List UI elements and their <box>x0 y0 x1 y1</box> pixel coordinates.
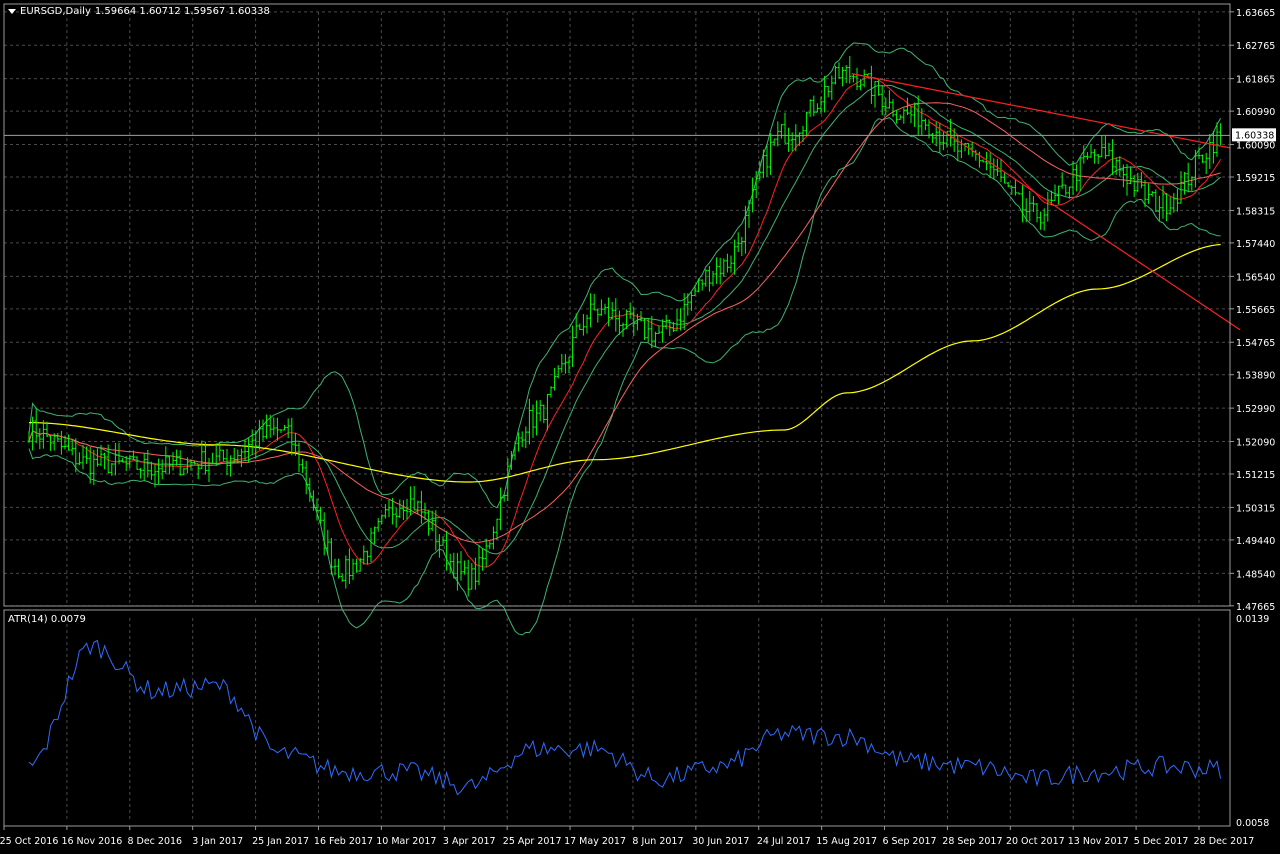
time-tick-label: 10 Mar 2017 <box>376 836 436 847</box>
trading-chart-window: 1.63665 1.62765 1.61865 1.60990 1.60090 1.592… <box>0 0 1280 854</box>
price-tick-label: 1.61865 <box>1236 75 1275 86</box>
time-tick-label: 6 Sep 2017 <box>882 836 936 847</box>
time-tick-label: 25 Apr 2017 <box>503 836 562 847</box>
time-tick-label: 28 Sep 2017 <box>942 836 1002 847</box>
symbol-label: EURSGD,Daily <box>20 6 91 17</box>
price-tick-label: 1.50315 <box>1236 503 1275 514</box>
price-tick-label: 1.53890 <box>1236 371 1275 382</box>
price-tick-label: 1.51215 <box>1236 470 1275 481</box>
price-tick-label: 1.59215 <box>1236 173 1275 184</box>
price-tick-label: 1.52090 <box>1236 438 1275 449</box>
time-tick-label: 28 Dec 2017 <box>1194 836 1255 847</box>
price-tick-label: 1.48540 <box>1236 569 1275 580</box>
time-tick-label: 16 Nov 2016 <box>61 836 122 847</box>
time-tick-label: 5 Dec 2017 <box>1134 836 1189 847</box>
atr-tick-label: 0.0139 <box>1236 614 1269 625</box>
time-tick-label: 3 Apr 2017 <box>443 836 496 847</box>
time-tick-label: 13 Nov 2017 <box>1068 836 1129 847</box>
price-tick-label: 1.62765 <box>1236 41 1275 52</box>
current-price-label: 1.60338 <box>1235 130 1274 141</box>
ohlc-values: 1.59664 1.60712 1.59567 1.60338 <box>94 6 270 17</box>
time-tick-label: 16 Feb 2017 <box>314 836 373 847</box>
time-tick-label: 24 Jul 2017 <box>757 836 811 847</box>
price-tick-label: 1.56540 <box>1236 272 1275 283</box>
time-tick-label: 17 May 2017 <box>564 836 626 847</box>
price-tick-label: 1.54765 <box>1236 338 1275 349</box>
price-tick-label: 1.57440 <box>1236 239 1275 250</box>
time-tick-label: 8 Dec 2016 <box>127 836 182 847</box>
time-tick-label: 8 Jun 2017 <box>632 836 683 847</box>
price-tick-label: 1.60090 <box>1236 141 1275 152</box>
chart-title[interactable]: EURSGD,Daily 1.59664 1.60712 1.59567 1.6… <box>8 6 270 17</box>
price-tick-label: 1.47665 <box>1236 602 1275 613</box>
time-tick-label: 20 Oct 2017 <box>1006 836 1065 847</box>
time-tick-label: 3 Jan 2017 <box>192 836 243 847</box>
price-tick-label: 1.49440 <box>1236 536 1275 547</box>
price-tick-label: 1.52990 <box>1236 404 1275 415</box>
price-tick-label: 1.58315 <box>1236 206 1275 217</box>
atr-tick-label: 0.0058 <box>1236 818 1269 829</box>
atr-label: ATR(14) 0.0079 <box>8 614 86 625</box>
time-tick-label: 25 Oct 2016 <box>0 836 58 847</box>
dropdown-triangle-icon[interactable] <box>8 9 16 14</box>
price-tick-label: 1.60990 <box>1236 107 1275 118</box>
time-tick-label: 30 Jun 2017 <box>692 836 749 847</box>
time-tick-label: 25 Jan 2017 <box>252 836 309 847</box>
price-tick-label: 1.55665 <box>1236 305 1275 316</box>
price-tick-label: 1.63665 <box>1236 8 1275 19</box>
time-tick-label: 15 Aug 2017 <box>816 836 877 847</box>
